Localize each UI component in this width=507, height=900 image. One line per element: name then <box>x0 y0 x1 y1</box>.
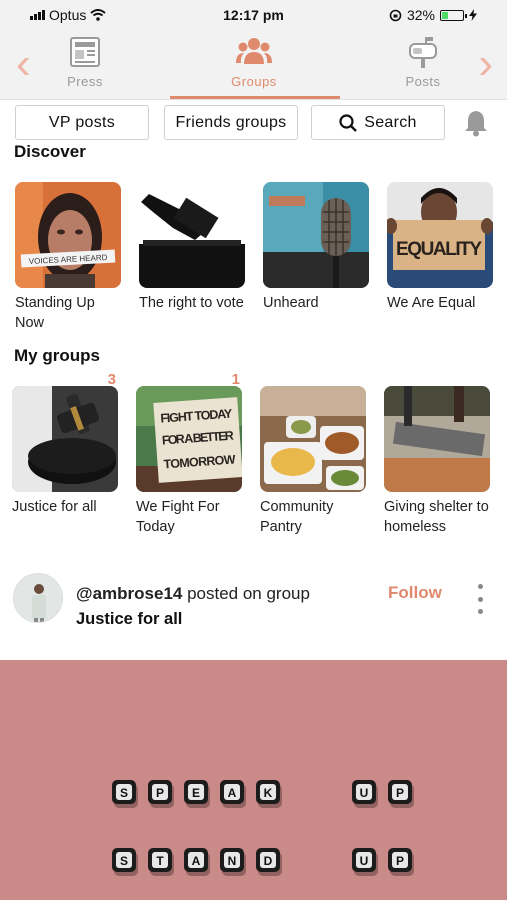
post-image[interactable]: S P E A K U P S T A N D U P <box>0 660 507 900</box>
letter-bead: P <box>388 780 414 808</box>
svg-text:K: K <box>264 786 273 800</box>
letter-bead: T <box>148 848 174 876</box>
active-tab-indicator <box>170 96 340 99</box>
search-button[interactable]: Search <box>311 105 445 140</box>
tab-groups[interactable]: Groups <box>194 36 314 89</box>
avatar[interactable] <box>13 573 63 623</box>
svg-text:U: U <box>360 854 369 868</box>
svg-text:P: P <box>156 786 164 800</box>
svg-text:A: A <box>192 854 201 868</box>
my-groups-heading: My groups <box>14 346 100 365</box>
search-icon <box>339 113 358 132</box>
more-options-icon[interactable] <box>470 584 490 614</box>
tab-label: Groups <box>231 74 277 89</box>
charging-icon <box>469 9 477 21</box>
discover-label: We Are Equal <box>387 295 476 311</box>
status-bar: Optus 12:17 pm 32% <box>0 0 507 30</box>
tab-press[interactable]: Press <box>25 36 145 89</box>
discover-label: The right to vote <box>139 295 244 311</box>
letter-bead: A <box>184 848 210 876</box>
svg-text:N: N <box>228 854 237 868</box>
chevron-right-icon[interactable]: › <box>478 42 493 86</box>
letter-bead: E <box>184 780 210 808</box>
svg-text:P: P <box>396 786 404 800</box>
bell-icon[interactable] <box>463 109 489 137</box>
post-group-name[interactable]: Justice for all <box>76 610 182 629</box>
discover-thumbnail <box>139 182 245 288</box>
letter-bead: U <box>352 848 378 876</box>
svg-text:P: P <box>396 854 404 868</box>
discover-item[interactable]: EQUALITY We Are Equal <box>387 182 493 313</box>
tab-posts[interactable]: Posts <box>363 36 483 89</box>
group-label: We Fight For Today <box>136 499 220 535</box>
discover-item[interactable]: Unheard <box>263 182 369 313</box>
discover-label: Standing Up Now <box>15 295 95 331</box>
post-action-text: posted on group <box>182 584 310 603</box>
discover-thumbnail: VOICES ARE HEARD <box>15 182 121 288</box>
group-item[interactable]: Giving shelter to homeless <box>384 386 490 537</box>
battery-percent: 32% <box>406 7 435 23</box>
svg-text:S: S <box>120 786 128 800</box>
group-item[interactable]: Community Pantry <box>260 386 366 537</box>
letter-bead: A <box>220 780 246 808</box>
vp-posts-button[interactable]: VP posts <box>15 105 149 140</box>
top-navigation: ‹ Press Groups Posts › <box>0 30 507 100</box>
friends-groups-button[interactable]: Friends groups <box>164 105 298 140</box>
group-thumbnail <box>384 386 490 492</box>
svg-text:S: S <box>120 854 128 868</box>
group-item[interactable]: 3 Justice for all <box>12 371 118 517</box>
letter-bead: P <box>148 780 174 808</box>
svg-text:EQUALITY: EQUALITY <box>396 239 482 260</box>
svg-text:E: E <box>192 786 200 800</box>
search-label: Search <box>364 113 417 131</box>
group-label: Giving shelter to homeless <box>384 499 489 535</box>
people-icon <box>236 38 272 64</box>
letter-bead: D <box>256 848 282 876</box>
group-thumbnail <box>12 386 118 492</box>
svg-text:D: D <box>264 854 273 868</box>
tab-label: Posts <box>405 74 441 89</box>
follow-button[interactable]: Follow <box>388 583 442 603</box>
letter-bead: P <box>388 848 414 876</box>
discover-heading: Discover <box>14 142 86 161</box>
battery-icon <box>440 9 467 21</box>
svg-text:T: T <box>156 854 164 868</box>
group-label: Community Pantry <box>260 499 334 535</box>
svg-text:U: U <box>360 786 369 800</box>
post-header: @ambrose14 posted on group Justice for a… <box>0 570 507 650</box>
discover-item[interactable]: VOICES ARE HEARD Standing Up Now <box>15 182 121 333</box>
group-label: Justice for all <box>12 499 97 515</box>
group-thumbnail: FIGHT TODAY FOR A BETTER TOMORROW <box>136 386 242 492</box>
letter-bead: S <box>112 848 138 876</box>
newspaper-icon <box>70 37 100 67</box>
orientation-lock-icon <box>389 9 402 21</box>
discover-thumbnail <box>263 182 369 288</box>
discover-label: Unheard <box>263 295 319 311</box>
discover-thumbnail: EQUALITY <box>387 182 493 288</box>
group-item[interactable]: 1 FIGHT TODAY FOR A BETTER TOMORROW We F… <box>136 371 242 537</box>
letter-bead: U <box>352 780 378 808</box>
letter-beads-image: S P E A K U P S T A N D U P <box>112 780 414 876</box>
svg-text:A: A <box>228 786 237 800</box>
letter-bead: K <box>256 780 282 808</box>
tab-label: Press <box>67 74 103 89</box>
letter-bead: S <box>112 780 138 808</box>
filter-bar: VP posts Friends groups Search <box>15 105 495 140</box>
discover-item[interactable]: The right to vote <box>139 182 245 313</box>
mailbox-icon <box>409 37 437 68</box>
letter-bead: N <box>220 848 246 876</box>
post-username[interactable]: @ambrose14 <box>76 584 182 603</box>
post-author-line: @ambrose14 posted on group <box>76 584 310 604</box>
group-thumbnail <box>260 386 366 492</box>
